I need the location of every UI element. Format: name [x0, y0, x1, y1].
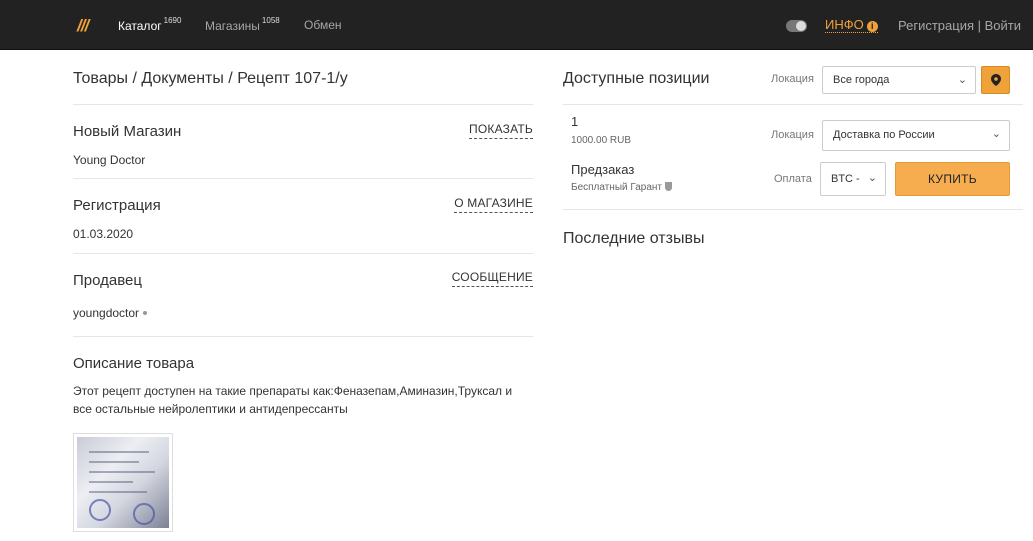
city-select[interactable]: Все города ⌄ [822, 66, 976, 94]
nav-exchange-label: Обмен [304, 18, 342, 32]
nav-catalog-label: Каталог [118, 19, 162, 33]
theme-toggle[interactable] [786, 20, 807, 32]
divider [563, 104, 1023, 105]
position-number: 1 [571, 114, 579, 129]
status-dot-icon [143, 311, 148, 315]
city-select-value: Все города [833, 74, 890, 86]
nav-catalog[interactable]: Каталог 1690 [118, 16, 182, 33]
map-pin-icon [991, 74, 1001, 86]
divider [563, 209, 1023, 210]
delivery-select[interactable]: Доставка по России ⌄ [822, 120, 1010, 151]
top-navbar: /// Каталог 1690 Магазины 1058 Обмен ИНФО i… [0, 0, 1033, 50]
message-link[interactable]: СООБЩЕНИЕ [451, 270, 533, 287]
delivery-select-value: Доставка по России [833, 129, 935, 141]
nav-exchange[interactable]: Обмен [304, 18, 342, 32]
description-title: Описание товара [73, 355, 195, 372]
info-icon: i [866, 21, 878, 32]
nav-shops-count: 1058 [261, 16, 280, 25]
payment-label: Оплата [774, 173, 812, 185]
shield-icon [665, 182, 673, 191]
divider [73, 178, 533, 179]
divider [73, 104, 533, 105]
info-link[interactable]: ИНФО i [825, 18, 878, 33]
seller-title: Продавец [73, 272, 142, 289]
positions-title: Доступные позиции [563, 70, 710, 87]
description-text: Этот рецепт доступен на такие препараты … [73, 384, 513, 416]
shop-title: Новый Магазин [73, 123, 182, 140]
registration-title: Регистрация [73, 197, 161, 214]
nav-catalog-count: 1690 [163, 16, 182, 25]
about-shop-link[interactable]: О МАГАЗИНЕ [454, 196, 533, 213]
shop-name: Young Doctor [73, 153, 146, 167]
position-mode: Предзаказ [571, 162, 635, 177]
info-label: ИНФО [825, 17, 864, 32]
product-image[interactable] [73, 433, 173, 532]
location-pin-button[interactable] [981, 66, 1010, 94]
buy-button[interactable]: КУПИТЬ [895, 162, 1010, 196]
delivery-location-label: Локация [771, 129, 814, 141]
chevron-down-icon: ⌄ [991, 128, 1001, 140]
payment-select-value: BTC - [831, 173, 860, 185]
reviews-title: Последние отзывы [563, 230, 705, 247]
guarantee-label: Бесплатный Гарант [571, 182, 663, 193]
divider [73, 253, 533, 254]
chevron-down-icon: ⌄ [867, 172, 877, 184]
document-photo-icon [77, 437, 169, 528]
auth-links[interactable]: Регистрация | Войти [898, 18, 1021, 33]
guarantee-info: Бесплатный Гарант [571, 182, 673, 193]
nav-shops-label: Магазины [205, 19, 260, 33]
seller-name[interactable]: youngdoctor [73, 306, 148, 320]
position-price: 1000.00 RUB [571, 135, 632, 146]
site-logo[interactable]: /// [77, 16, 89, 36]
breadcrumb[interactable]: Товары / Документы / Рецепт 107-1/у [73, 70, 348, 88]
location-label: Локация [771, 73, 814, 85]
nav-shops[interactable]: Магазины 1058 [205, 16, 280, 33]
seller-username: youngdoctor [73, 306, 140, 320]
show-shop-link[interactable]: ПОКАЗАТЬ [469, 122, 533, 139]
divider [73, 336, 533, 337]
registration-date: 01.03.2020 [73, 227, 134, 241]
payment-select[interactable]: BTC - ⌄ [820, 162, 886, 196]
chevron-down-icon: ⌄ [957, 74, 967, 86]
